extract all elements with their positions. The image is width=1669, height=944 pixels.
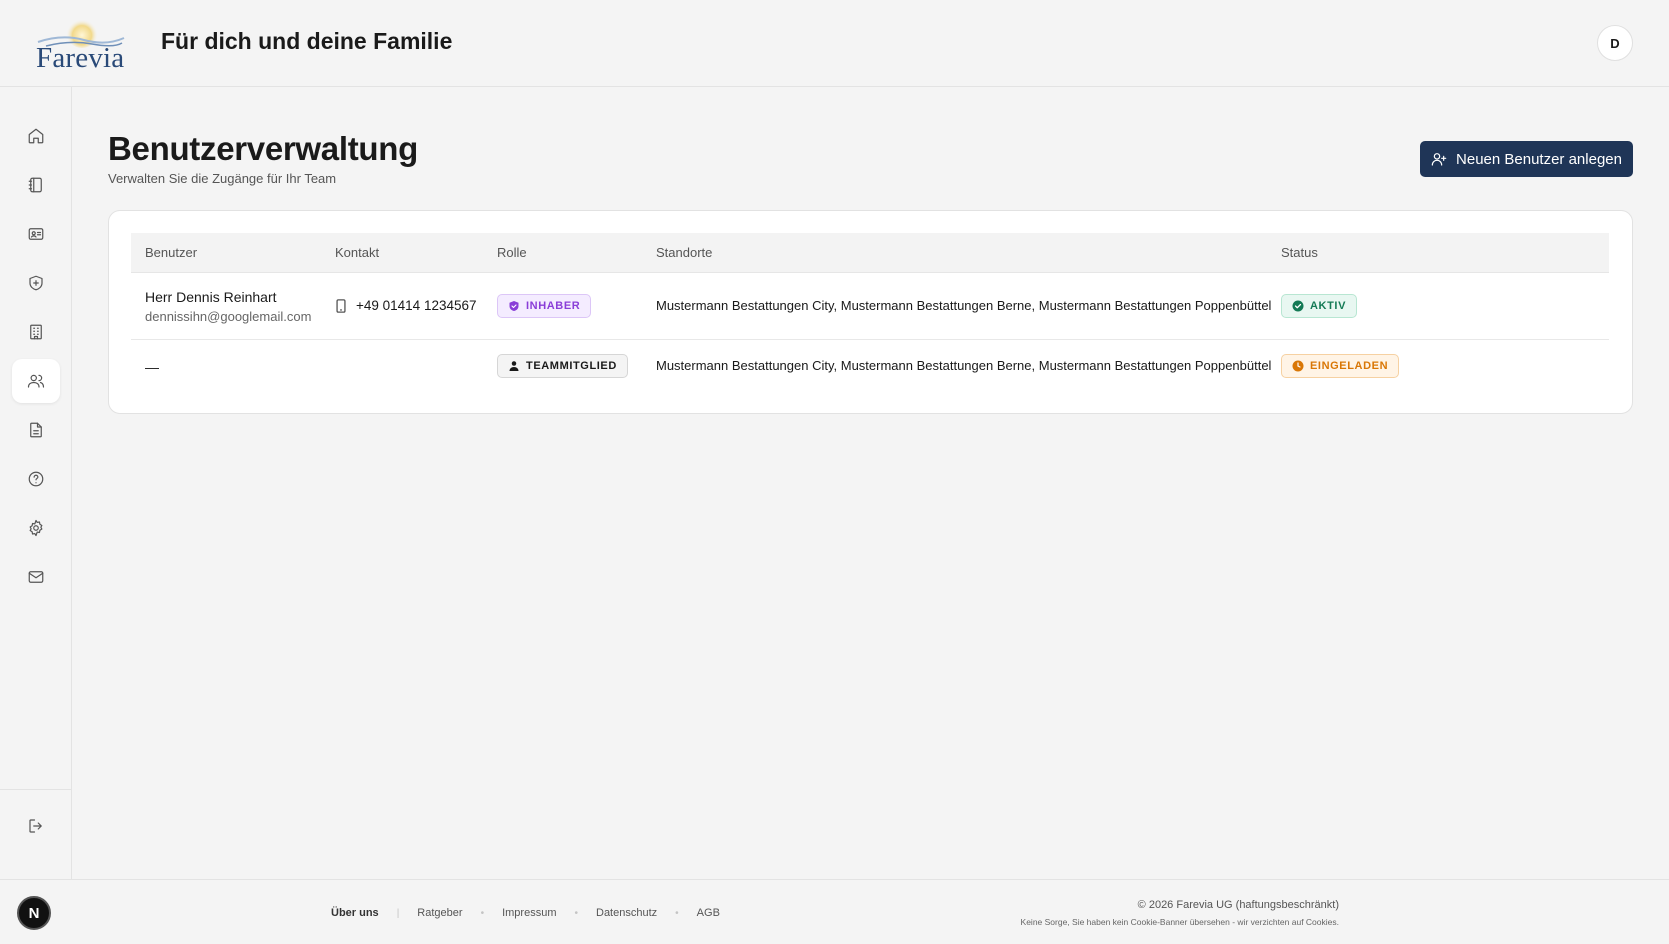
sidebar-item-notebook[interactable]	[12, 163, 60, 207]
status-label: AKTIV	[1310, 300, 1346, 312]
next-dev-badge[interactable]: N	[17, 896, 51, 930]
footer-link-about[interactable]: Über uns	[331, 907, 379, 919]
id-card-icon	[28, 228, 44, 240]
sidebar-item-settings[interactable]	[12, 506, 60, 550]
new-user-button-label: Neuen Benutzer anlegen	[1456, 150, 1622, 168]
help-circle-icon	[28, 471, 44, 487]
page-title: Benutzerverwaltung	[108, 130, 418, 167]
document-icon	[30, 422, 42, 438]
new-user-button[interactable]: Neuen Benutzer anlegen	[1420, 141, 1633, 177]
footer-link-guide[interactable]: Ratgeber	[417, 907, 462, 919]
user-name: Herr Dennis Reinhart	[145, 289, 277, 305]
table-header: Benutzer Kontakt Rolle Standorte Status	[131, 233, 1609, 273]
copyright-text: © 2026 Farevia UG (haftungsbeschränkt)	[1137, 899, 1339, 911]
column-header-role[interactable]: Rolle	[497, 245, 527, 260]
role-label: INHABER	[526, 300, 581, 312]
logout-icon	[29, 819, 42, 833]
sidebar-item-contacts[interactable]	[12, 212, 60, 256]
mail-icon	[28, 571, 44, 583]
users-icon	[27, 374, 45, 388]
sidebar-divider	[0, 789, 72, 790]
phone-icon	[336, 298, 346, 313]
footer-links: Über uns | Ratgeber • Impressum • Datens…	[331, 907, 720, 919]
users-table-card: Benutzer Kontakt Rolle Standorte Status …	[108, 210, 1633, 414]
page-subtitle: Verwalten Sie die Zugänge für Ihr Team	[108, 171, 337, 186]
column-header-contact[interactable]: Kontakt	[335, 245, 379, 260]
role-label: TEAMMITGLIED	[526, 360, 617, 372]
gear-icon	[29, 519, 43, 537]
building-icon	[30, 324, 42, 340]
notebook-icon	[28, 177, 42, 193]
status-label: EINGELADEN	[1310, 360, 1389, 372]
sidebar	[0, 87, 72, 879]
check-circle-icon	[1292, 300, 1304, 312]
footer: N Über uns | Ratgeber • Impressum • Date…	[0, 879, 1669, 944]
table-row[interactable]: Herr Dennis Reinhart dennissihn@googlema…	[131, 274, 1609, 340]
logout-button[interactable]	[12, 804, 60, 848]
footer-link-terms[interactable]: AGB	[697, 907, 720, 919]
column-header-user[interactable]: Benutzer	[145, 245, 197, 260]
sidebar-item-documents[interactable]	[12, 408, 60, 452]
user-avatar[interactable]: D	[1597, 25, 1633, 61]
shield-plus-icon	[29, 275, 43, 291]
user-email: dennissihn@googlemail.com	[145, 309, 312, 324]
user-cell: Herr Dennis Reinhart dennissihn@googlema…	[145, 289, 311, 324]
column-header-locations[interactable]: Standorte	[656, 245, 712, 260]
app-header: Farevia Für dich und deine Familie D	[0, 0, 1669, 87]
footer-link-privacy[interactable]: Datenschutz	[596, 907, 657, 919]
phone-number: +49 01414 1234567	[356, 298, 477, 313]
header-title: Für dich und deine Familie	[161, 28, 453, 54]
sidebar-item-help[interactable]	[12, 457, 60, 501]
sidebar-item-messages[interactable]	[12, 555, 60, 599]
footer-separator: |	[396, 907, 400, 919]
clock-icon	[1292, 360, 1304, 372]
user-plus-icon	[1431, 153, 1447, 166]
shield-check-icon	[509, 301, 519, 311]
locations-cell: Mustermann Bestattungen City, Mustermann…	[656, 298, 1272, 313]
footer-separator: •	[574, 907, 578, 919]
logo-text: Farevia	[36, 42, 125, 74]
contact-cell: +49 01414 1234567	[335, 298, 477, 313]
column-header-status[interactable]: Status	[1281, 245, 1318, 260]
role-badge-member: TEAMMITGLIED	[497, 354, 628, 378]
locations-cell: Mustermann Bestattungen City, Mustermann…	[656, 358, 1272, 373]
person-icon	[509, 361, 519, 371]
sidebar-item-home[interactable]	[12, 114, 60, 158]
footer-separator: •	[480, 907, 485, 919]
footer-separator: •	[675, 907, 679, 919]
home-icon	[28, 128, 44, 144]
status-cell: AKTIV	[1281, 294, 1357, 318]
sidebar-item-users[interactable]	[12, 359, 60, 403]
table-row[interactable]: — TEAMMITGLIED Mustermann Bestattungen C…	[131, 341, 1609, 397]
status-badge-invited: EINGELADEN	[1281, 354, 1400, 378]
status-cell: EINGELADEN	[1281, 354, 1400, 378]
role-badge-owner: INHABER	[497, 294, 592, 318]
cookie-note: Keine Sorge, Sie haben kein Cookie-Banne…	[1020, 917, 1339, 927]
status-badge-active: AKTIV	[1281, 294, 1357, 318]
role-cell: TEAMMITGLIED	[497, 354, 628, 378]
sidebar-item-locations[interactable]	[12, 310, 60, 354]
sidebar-item-insurance[interactable]	[12, 261, 60, 305]
user-name: —	[145, 359, 159, 375]
footer-link-imprint[interactable]: Impressum	[502, 907, 556, 919]
role-cell: INHABER	[497, 294, 592, 318]
